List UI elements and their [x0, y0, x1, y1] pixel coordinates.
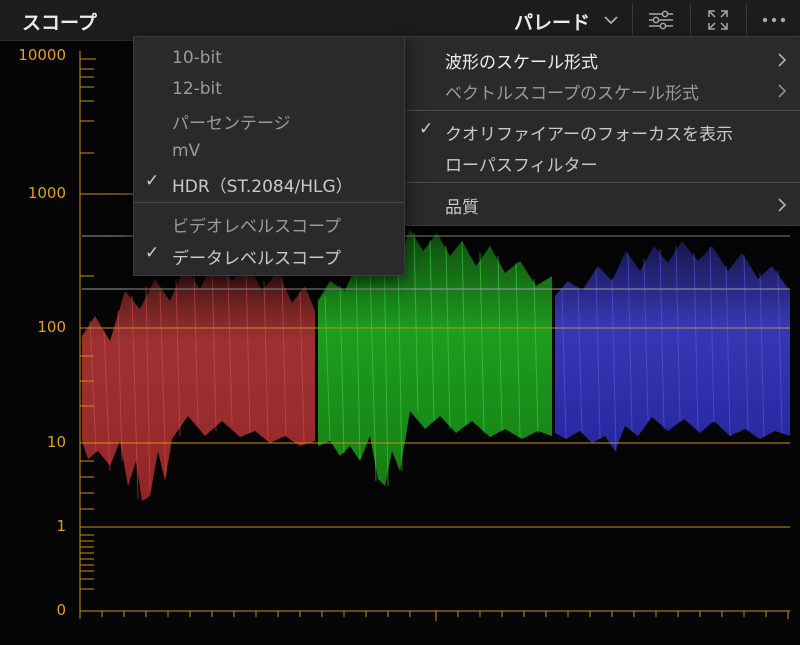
scope-mode-dropdown[interactable]: パレード — [514, 8, 590, 35]
panel-title: スコープ — [22, 12, 97, 34]
menu-item-percentage[interactable]: パーセンテージ — [172, 109, 291, 134]
menu-separator — [134, 202, 404, 203]
menu-item-video-level[interactable]: ビデオレベルスコープ — [172, 212, 341, 237]
menu-item-mv[interactable]: mV — [172, 141, 200, 161]
blue-channel-trace — [555, 241, 790, 451]
y-label-0: 0 — [56, 601, 66, 619]
checkmark-icon: ✓ — [145, 171, 160, 191]
y-label-10: 10 — [46, 433, 66, 451]
scope-options-menu: 波形のスケール形式 ベクトルスコープのスケール形式 ✓ クオリファイアーのフォー… — [404, 36, 800, 226]
header-divider — [690, 4, 691, 36]
header-divider — [746, 4, 747, 36]
checkmark-icon: ✓ — [419, 119, 434, 139]
header-divider — [632, 4, 633, 36]
y-label-100: 100 — [37, 318, 66, 336]
chevron-right-icon — [778, 198, 787, 212]
chevron-down-icon[interactable] — [600, 9, 622, 31]
menu-item-hdr[interactable]: HDR（ST.2084/HLG） — [172, 172, 353, 197]
chevron-right-icon — [778, 84, 787, 98]
menu-item-10bit[interactable]: 10-bit — [172, 48, 222, 68]
y-label-1000: 1000 — [27, 184, 66, 202]
chevron-right-icon — [778, 53, 787, 67]
menu-item-vectorscope-scale[interactable]: ベクトルスコープのスケール形式 — [445, 79, 699, 104]
settings-sliders-icon[interactable] — [645, 6, 677, 34]
menu-separator — [405, 110, 800, 111]
checkmark-icon: ✓ — [145, 243, 160, 263]
menu-item-show-qualifier-focus[interactable]: クオリファイアーのフォーカスを表示 — [445, 120, 733, 145]
menu-item-12bit[interactable]: 12-bit — [172, 79, 222, 99]
menu-item-lowpass-filter[interactable]: ローパスフィルター — [445, 151, 598, 176]
more-options-icon[interactable] — [758, 6, 790, 34]
expand-icon[interactable] — [702, 6, 734, 34]
red-channel-trace — [82, 256, 315, 501]
menu-item-quality[interactable]: 品質 — [445, 193, 479, 218]
menu-separator — [405, 182, 800, 183]
waveform-scale-submenu: 10-bit 12-bit パーセンテージ mV ✓ HDR（ST.2084/H… — [133, 36, 405, 276]
menu-item-data-level[interactable]: データレベルスコープ — [172, 244, 341, 269]
menu-item-waveform-scale[interactable]: 波形のスケール形式 — [445, 48, 598, 73]
y-label-1: 1 — [56, 517, 66, 535]
y-label-10000: 10000 — [18, 46, 66, 64]
scopes-header: スコープ パレード — [0, 0, 800, 41]
